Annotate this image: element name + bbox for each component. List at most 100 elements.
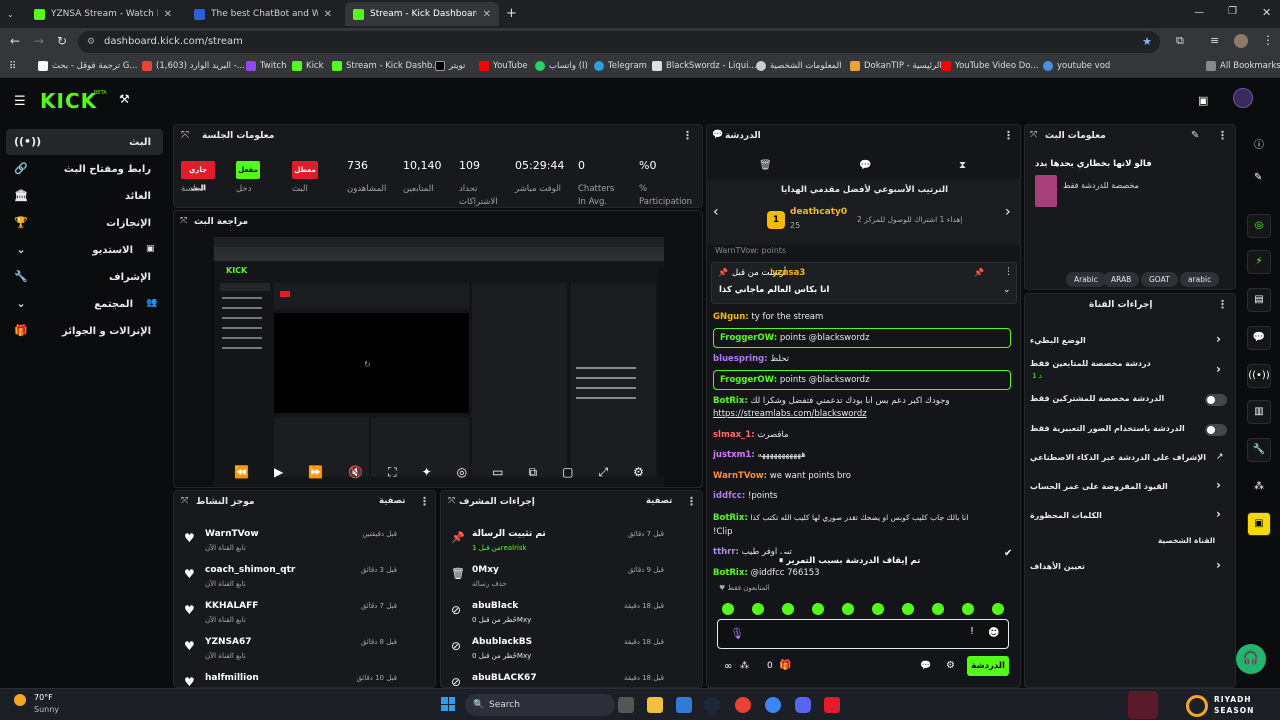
tab-yznsa[interactable]: YZNSA Stream - Watch Live on ✕ xyxy=(26,2,180,26)
chat-username[interactable]: tthrr: xyxy=(713,547,739,557)
close-tab-icon[interactable]: ✕ xyxy=(483,9,491,20)
panel-menu-icon[interactable]: ⋮ xyxy=(686,495,697,508)
sidebar-item-studio[interactable]: ⌄ ▣ الاستديو xyxy=(6,237,163,263)
bookmark-item[interactable]: Stream - Kick Dashb... xyxy=(332,61,441,71)
chat-icon[interactable]: 💬 xyxy=(859,160,871,171)
sidebar-item-achievements[interactable]: 🏆 الإنجازات xyxy=(6,210,163,236)
crop-icon[interactable]: ⛶ xyxy=(388,465,396,485)
chat-username[interactable]: slmax_1: xyxy=(713,430,755,440)
sparkle-icon[interactable]: ✦ xyxy=(422,465,432,485)
sidebar-item-stream[interactable]: ((•)) البث xyxy=(6,129,163,155)
bookmark-item[interactable]: youtube vod xyxy=(1043,61,1110,71)
external-link-icon[interactable]: ↗ xyxy=(1216,452,1224,462)
tag-chip[interactable]: ARAB xyxy=(1103,272,1140,287)
gift-icon[interactable]: 🎁 xyxy=(779,660,791,671)
bookmark-item[interactable]: ترجمة قوقل - بحث G... xyxy=(38,61,138,71)
cast-icon[interactable]: ▢ xyxy=(562,465,573,485)
recording-app-icon[interactable] xyxy=(824,697,840,713)
emote-icon[interactable] xyxy=(902,603,914,615)
discord-icon[interactable] xyxy=(795,697,811,713)
panel-menu-icon[interactable]: ⋮ xyxy=(1217,129,1228,142)
bookmark-item[interactable]: البريد الوارد (1,603) -... xyxy=(142,61,245,71)
mic-icon[interactable]: 🎙 xyxy=(730,627,744,640)
emote-only-toggle[interactable] xyxy=(1205,424,1227,436)
rail-notes-button[interactable]: ▤ xyxy=(1247,288,1271,312)
mod-action[interactable]: abuBlack xyxy=(472,601,518,611)
bookmark-item[interactable]: Twitch xyxy=(246,61,287,71)
emote-icon[interactable] xyxy=(992,603,1004,615)
minimize-icon[interactable]: — xyxy=(1194,7,1204,18)
chat-input[interactable]: 🎙 ! ☻ xyxy=(717,619,1009,649)
bookmark-item[interactable]: BlackSwordz - Liqui... xyxy=(652,61,757,71)
activity-user[interactable]: KKHALAFF xyxy=(205,601,258,611)
media-icon[interactable]: ≡ xyxy=(1210,34,1219,47)
rail-bolt-button[interactable]: ⚡ xyxy=(1247,250,1271,274)
chat-bubble-icon[interactable]: 💬 xyxy=(920,661,931,671)
tag-chip[interactable]: GOAT xyxy=(1141,272,1178,287)
settings-icon[interactable]: ⚙ xyxy=(633,465,644,485)
mod-action[interactable]: abuBLACK67 xyxy=(472,673,537,683)
theater-icon[interactable]: ▭ xyxy=(492,465,503,485)
rewind-icon[interactable]: ⏪ xyxy=(234,465,249,485)
support-headset-icon[interactable]: 🎧 xyxy=(1236,644,1266,674)
send-chat-button[interactable]: الدردشة xyxy=(967,656,1009,676)
activity-user[interactable]: YZNSA67 xyxy=(205,637,252,647)
emote-icon[interactable] xyxy=(932,603,944,615)
chevron-down-icon[interactable]: ⌄ xyxy=(1003,285,1011,295)
emote-icon[interactable] xyxy=(722,603,734,615)
chat-username[interactable]: BotRix: xyxy=(713,568,748,578)
chat-username[interactable]: BotRix: xyxy=(713,396,748,406)
kick-logo[interactable]: KICK xyxy=(40,89,97,113)
account-age-row[interactable]: القيود المفروضة على عمر الحساب xyxy=(1030,482,1220,491)
taskbar-search[interactable]: 🔍 Search xyxy=(465,694,615,716)
tools-icon[interactable]: ⚒ xyxy=(119,92,130,106)
emoji-icon[interactable]: ☻ xyxy=(988,626,999,639)
bookmark-item[interactable]: المعلومات الشخصية xyxy=(756,61,842,71)
chat-username[interactable]: justxm1: xyxy=(713,450,755,460)
filter-button[interactable]: تصفية xyxy=(646,496,672,506)
chrome-icon[interactable] xyxy=(735,697,751,713)
stream-preview-icon[interactable]: ▣ xyxy=(1198,94,1208,107)
tab-chatbot[interactable]: The best ChatBot and Widgets ✕ xyxy=(186,2,340,26)
restore-icon[interactable]: ❐ xyxy=(1228,6,1237,17)
stream-video[interactable]: KICK ↻ ⏪ ▶ ⏩ 🔇 ⛶ ✦ ◎ ▭ ⧉ ▢ ⤢ ⚙ xyxy=(214,237,664,487)
edit-icon[interactable]: ✎ xyxy=(1191,130,1199,141)
rail-share-button[interactable]: ⁂ xyxy=(1247,476,1271,500)
trash-icon[interactable]: 🗑 xyxy=(759,160,772,171)
drag-handle-icon[interactable]: ⤧ xyxy=(181,496,188,506)
bookmark-star-icon[interactable]: ★ xyxy=(1142,31,1152,53)
mod-action[interactable]: 0Mxy xyxy=(472,565,499,575)
drag-handle-icon[interactable]: ⤧ xyxy=(180,216,187,226)
chat-username[interactable]: BotRix: xyxy=(713,513,748,523)
bookmark-item[interactable]: تويتر xyxy=(435,61,465,71)
emote-icon[interactable] xyxy=(782,603,794,615)
bookmark-item[interactable]: YouTube Video Do... xyxy=(941,61,1039,71)
bookmark-item[interactable]: Telegram xyxy=(594,61,647,71)
app-icon[interactable] xyxy=(765,697,781,713)
play-icon[interactable]: ▶ xyxy=(274,465,283,485)
profile-avatar[interactable] xyxy=(1234,34,1248,48)
emote-icon[interactable] xyxy=(812,603,824,615)
activity-user[interactable]: WarnTVow xyxy=(205,529,259,539)
sidebar-item-drops[interactable]: 🎁 الإنزالات و الجوائز xyxy=(6,318,163,344)
drag-handle-icon[interactable]: ⤧ xyxy=(448,496,455,506)
chat-paused-banner[interactable]: ⏸ تم إيقاف الدردشة بسبب التمرير xyxy=(775,554,925,568)
sidebar-item-revenue[interactable]: 🏛 العائد xyxy=(6,183,163,209)
rail-chat-button[interactable]: 💬 xyxy=(1247,326,1271,350)
activity-user[interactable]: halfmillion xyxy=(205,673,259,683)
chat-username[interactable]: FroggerOW: xyxy=(720,333,777,343)
set-goals-row[interactable]: تعيين الأهداف xyxy=(1030,562,1220,571)
ai-moderation-row[interactable]: الإشراف على الدردشة عبر الذكاء الاصطناعي xyxy=(1030,453,1220,462)
new-tab-icon[interactable]: + xyxy=(506,6,517,21)
tab-kick-dashboard[interactable]: Stream - Kick Dashboard ✕ xyxy=(345,2,499,26)
subscribers-only-toggle[interactable] xyxy=(1205,394,1227,406)
tag-chip[interactable]: arabic xyxy=(1180,272,1220,287)
chat-username[interactable]: GNgun: xyxy=(713,312,749,322)
close-tab-icon[interactable]: ✕ xyxy=(324,9,332,20)
infinity-icon[interactable]: ∞ xyxy=(724,661,732,672)
store-icon[interactable] xyxy=(676,697,692,713)
emote-icon[interactable] xyxy=(962,603,974,615)
rail-wrench-button[interactable]: 🔧 xyxy=(1247,438,1271,462)
menu-icon[interactable]: ⋮ xyxy=(1262,33,1274,47)
user-avatar[interactable] xyxy=(1233,88,1253,108)
